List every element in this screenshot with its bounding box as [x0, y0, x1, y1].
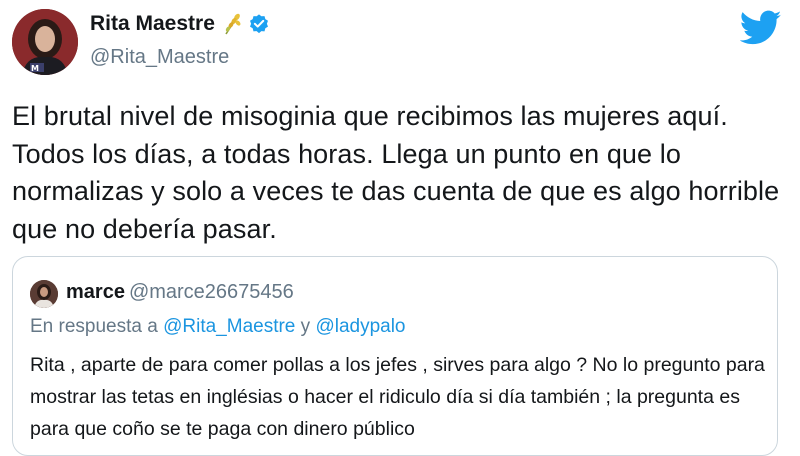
- reply-mention-rita[interactable]: @Rita_Maestre: [163, 316, 295, 337]
- tweet-text: El brutal nivel de misoginia que recibim…: [12, 101, 780, 244]
- quoted-author-name-row: marce @marce26675456: [66, 281, 294, 304]
- author-display-name[interactable]: Rita Maestre: [90, 12, 215, 36]
- reply-prefix: En respuesta a: [30, 316, 158, 337]
- quoted-tweet[interactable]: marce @marce26675456 En respuesta a @Rita…: [12, 256, 778, 456]
- quoted-handle[interactable]: @marce26675456: [129, 281, 294, 303]
- reply-mention-ladypalo[interactable]: @ladypalo: [315, 316, 405, 337]
- quoted-tweet-text: Rita , aparte de para comer pollas a los…: [30, 354, 765, 440]
- author-handle[interactable]: @Rita_Maestre: [90, 46, 229, 69]
- reply-joiner: y: [300, 316, 311, 337]
- author-name-row: Rita Maestre: [90, 12, 270, 36]
- verified-badge-icon: [248, 13, 270, 35]
- twitter-bird-icon[interactable]: [739, 10, 782, 46]
- quoted-author-avatar[interactable]: [30, 280, 58, 308]
- tweet-card: M Rita Maestre @Rita_Maestre El brutal n…: [0, 0, 800, 456]
- wheat-flower-emoji-icon: [222, 13, 242, 35]
- author-avatar-image: M: [12, 9, 78, 75]
- svg-text:M: M: [31, 64, 39, 73]
- reply-context: En respuesta a @Rita_Maestre y @ladypalo: [30, 316, 406, 338]
- author-avatar[interactable]: M: [12, 9, 78, 75]
- quoted-display-name[interactable]: marce: [66, 281, 125, 303]
- quoted-author-avatar-image: [30, 280, 58, 308]
